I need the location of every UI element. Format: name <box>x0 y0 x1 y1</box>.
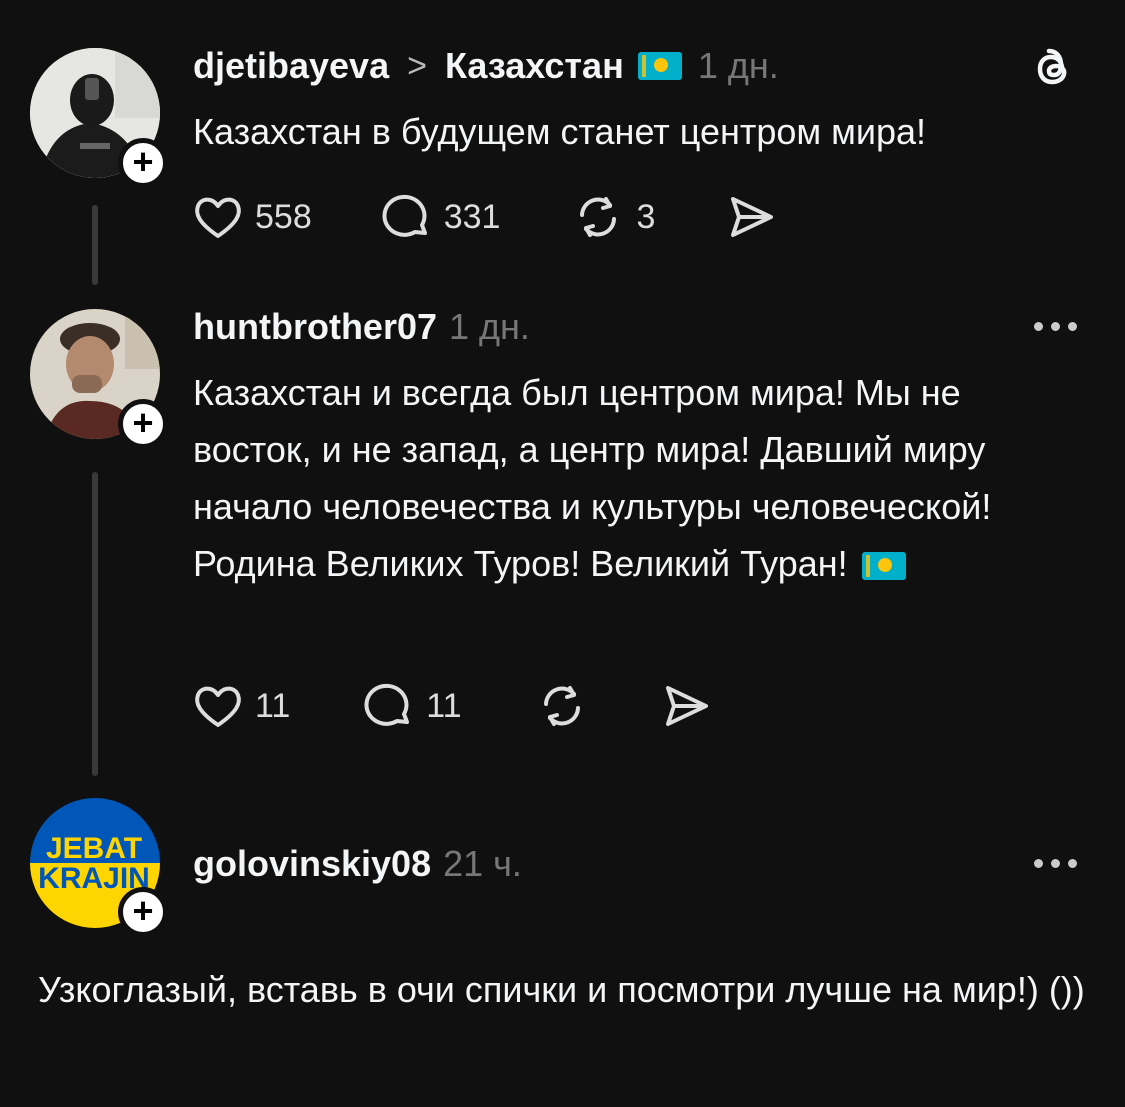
more-dot-icon <box>1034 322 1043 331</box>
comment-icon <box>364 683 410 726</box>
comment-icon <box>382 194 427 237</box>
reply-count: 11 <box>426 686 462 725</box>
thread-line <box>92 472 98 776</box>
kazakhstan-flag-icon <box>861 552 906 581</box>
reply-button[interactable]: 11 <box>364 682 462 730</box>
send-icon <box>665 686 708 726</box>
like-button[interactable]: 558 <box>193 194 312 240</box>
more-dot-icon <box>1068 322 1077 331</box>
more-dot-icon <box>1051 859 1060 868</box>
username[interactable]: huntbrother07 <box>193 306 437 348</box>
timestamp: 1 дн. <box>449 306 530 347</box>
more-dot-icon <box>1068 859 1077 868</box>
follow-button[interactable]: + <box>118 138 168 188</box>
repost-button[interactable] <box>536 682 588 730</box>
username[interactable]: golovinskiy08 <box>193 843 431 885</box>
more-options-button[interactable] <box>1034 322 1077 331</box>
reply-count: 331 <box>443 197 501 236</box>
repost-icon <box>543 686 580 726</box>
timestamp: 1 дн. <box>697 45 779 86</box>
post-text: Казахстан и всегда был центром мира! Мы … <box>193 364 1083 592</box>
community-link[interactable]: Казахстан <box>445 45 624 87</box>
more-options-button[interactable] <box>1034 859 1077 868</box>
repost-button[interactable]: 3 <box>572 193 655 241</box>
more-dot-icon <box>1051 322 1060 331</box>
post-header: golovinskiy08 21 ч. <box>193 842 522 886</box>
action-bar: 558 331 3 <box>193 192 777 242</box>
more-dot-icon <box>1034 859 1043 868</box>
follow-button[interactable]: + <box>118 399 168 449</box>
chevron-right-icon: > <box>407 46 427 85</box>
share-button[interactable] <box>662 682 712 730</box>
action-bar: 11 11 <box>193 681 712 731</box>
share-button[interactable] <box>727 193 777 241</box>
thread-line <box>92 205 98 285</box>
username[interactable]: djetibayeva <box>193 45 389 87</box>
like-count: 558 <box>255 197 312 236</box>
follow-button[interactable]: + <box>118 887 168 937</box>
post-header: djetibayeva > Казахстан 1 дн. <box>193 44 779 88</box>
like-button[interactable]: 11 <box>193 683 290 729</box>
post-text: Казахстан в будущем станет центром мира! <box>193 111 927 152</box>
repost-count: 3 <box>636 197 656 236</box>
avatar-text-1: JEBAT <box>46 832 142 865</box>
heart-icon <box>195 686 241 727</box>
post-header: huntbrother07 1 дн. <box>193 305 530 349</box>
post-text: Узкоглазый, вставь в очи спички и посмот… <box>38 969 1085 1010</box>
kazakhstan-flag-icon <box>637 52 682 80</box>
like-count: 11 <box>255 686 291 725</box>
send-icon <box>731 197 774 237</box>
repost-icon <box>580 197 617 237</box>
threads-logo-icon[interactable] <box>1031 46 1077 92</box>
heart-icon <box>195 197 241 238</box>
reply-button[interactable]: 331 <box>382 193 501 241</box>
timestamp: 21 ч. <box>443 843 522 884</box>
